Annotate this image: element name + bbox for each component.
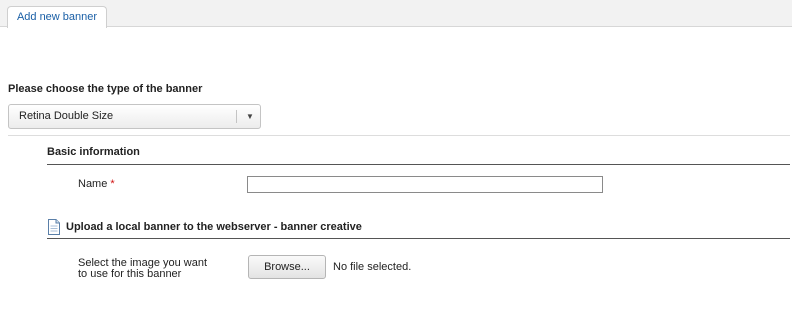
banner-type-selected-value: Retina Double Size xyxy=(19,110,114,122)
tab-bar: Add new banner xyxy=(0,0,792,28)
section-divider xyxy=(47,238,790,239)
name-label-text: Name xyxy=(78,178,108,190)
upload-field-label-line2: to use for this banner xyxy=(78,268,182,280)
name-field[interactable] xyxy=(247,176,603,193)
tab-add-new-banner[interactable]: Add new banner xyxy=(7,6,107,28)
name-label: Name * xyxy=(78,178,115,190)
chevron-down-icon: ▼ xyxy=(246,112,254,121)
required-asterisk: * xyxy=(110,178,115,190)
upload-field-label: Select the image you want to use for thi… xyxy=(78,258,228,280)
document-icon xyxy=(48,219,60,235)
file-status-text: No file selected. xyxy=(333,261,412,273)
basic-information-heading: Basic information xyxy=(47,146,140,158)
section-divider xyxy=(47,164,790,165)
upload-section-title: Upload a local banner to the webserver -… xyxy=(66,221,362,233)
select-divider xyxy=(236,110,237,123)
banner-type-label: Please choose the type of the banner xyxy=(8,83,203,95)
divider xyxy=(8,135,790,136)
banner-type-select[interactable]: Retina Double Size ▼ xyxy=(8,104,261,129)
browse-button[interactable]: Browse... xyxy=(248,255,326,279)
